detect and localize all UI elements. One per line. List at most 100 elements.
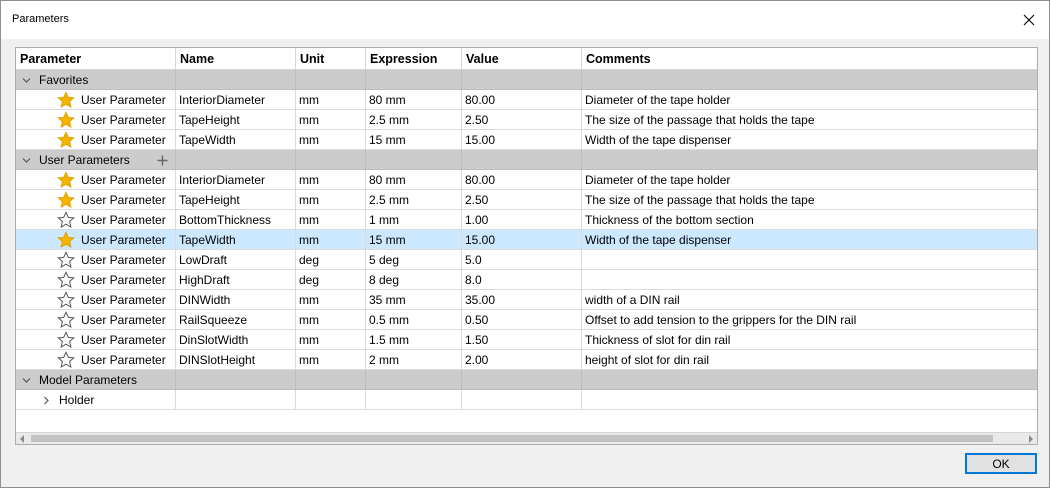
cell-name[interactable]: TapeWidth [176,130,296,150]
cell-comment[interactable]: Diameter of the tape holder [582,90,1037,110]
cell-name[interactable]: DINWidth [176,290,296,310]
cell-value[interactable]: 1.50 [462,330,582,350]
favorite-toggle[interactable] [57,251,75,269]
cell-name[interactable]: DINSlotHeight [176,350,296,370]
favorite-toggle[interactable] [57,111,75,129]
cell-value[interactable]: 5.0 [462,250,582,270]
table-row[interactable]: User Parameter RailSqueeze mm 0.5 mm 0.50 Off… [16,310,1037,330]
table-row[interactable]: User Parameter TapeWidth mm 15 mm 15.00 Width… [16,230,1037,250]
cell-name[interactable]: DinSlotWidth [176,330,296,350]
group-expander[interactable] [19,370,33,390]
cell-value[interactable]: 2.50 [462,110,582,130]
cell-name[interactable]: InteriorDiameter [176,170,296,190]
cell-value[interactable]: 15.00 [462,230,582,250]
cell-unit[interactable]: mm [296,190,366,210]
cell-unit[interactable]: mm [296,90,366,110]
favorite-toggle[interactable] [57,131,75,149]
cell-unit[interactable]: mm [296,290,366,310]
column-header-name[interactable]: Name [176,48,296,70]
cell-name[interactable]: RailSqueeze [176,310,296,330]
cell-name[interactable]: BottomThickness [176,210,296,230]
cell-expression[interactable]: 35 mm [366,290,462,310]
favorite-toggle[interactable] [57,191,75,209]
favorite-toggle[interactable] [57,291,75,309]
column-header-expression[interactable]: Expression [366,48,462,70]
cell-name[interactable]: TapeHeight [176,190,296,210]
cell-comment[interactable]: The size of the passage that holds the t… [582,110,1037,130]
column-header-unit[interactable]: Unit [296,48,366,70]
column-header-value[interactable]: Value [462,48,582,70]
cell-unit[interactable]: deg [296,250,366,270]
cell-value[interactable]: 2.00 [462,350,582,370]
cell-comment[interactable]: Width of the tape dispenser [582,230,1037,250]
cell-expression[interactable]: 0.5 mm [366,310,462,330]
cell-unit[interactable]: mm [296,310,366,330]
cell-comment[interactable]: width of a DIN rail [582,290,1037,310]
cell-value[interactable]: 8.0 [462,270,582,290]
scroll-left-button[interactable] [16,433,28,444]
cell-value[interactable]: 2.50 [462,190,582,210]
column-header-parameter[interactable]: Parameter [16,48,176,70]
column-header-comments[interactable]: Comments [582,48,1037,70]
table-row[interactable]: User Parameter InteriorDiameter mm 80 mm 80.… [16,90,1037,110]
favorite-toggle[interactable] [57,351,75,369]
cell-expression[interactable]: 1.5 mm [366,330,462,350]
cell-value[interactable]: 15.00 [462,130,582,150]
table-row[interactable]: User Parameter TapeWidth mm 15 mm 15.00 Width… [16,130,1037,150]
cell-expression[interactable]: 2 mm [366,350,462,370]
favorite-toggle[interactable] [57,91,75,109]
group-expander[interactable] [19,70,33,90]
group-row-favorites[interactable]: Favorites [16,70,1037,90]
cell-unit[interactable]: mm [296,330,366,350]
model-parameter-row[interactable]: Holder [16,390,1037,410]
cell-name[interactable]: TapeWidth [176,230,296,250]
cell-comment[interactable]: Thickness of the bottom section [582,210,1037,230]
cell-unit[interactable]: mm [296,350,366,370]
group-row-model[interactable]: Model Parameters [16,370,1037,390]
cell-comment[interactable] [582,250,1037,270]
group-row-user[interactable]: User Parameters [16,150,1037,170]
table-row[interactable]: User Parameter HighDraft deg 8 deg 8.0 [16,270,1037,290]
cell-expression[interactable]: 1 mm [366,210,462,230]
close-button[interactable] [1009,1,1049,39]
table-row[interactable]: User Parameter TapeHeight mm 2.5 mm 2.50 The … [16,110,1037,130]
table-row[interactable]: User Parameter LowDraft deg 5 deg 5.0 [16,250,1037,270]
cell-unit[interactable]: deg [296,270,366,290]
add-user-parameter-button[interactable] [155,150,169,170]
favorite-toggle[interactable] [57,311,75,329]
scrollbar-thumb[interactable] [31,435,993,442]
cell-expression[interactable]: 15 mm [366,130,462,150]
table-row[interactable]: User Parameter DINSlotHeight mm 2 mm 2.00 hei… [16,350,1037,370]
table-row[interactable]: User Parameter DinSlotWidth mm 1.5 mm 1.50 Th… [16,330,1037,350]
cell-unit[interactable]: mm [296,170,366,190]
favorite-toggle[interactable] [57,171,75,189]
cell-value[interactable]: 1.00 [462,210,582,230]
table-row[interactable]: User Parameter BottomThickness mm 1 mm 1.00 T… [16,210,1037,230]
cell-expression[interactable]: 15 mm [366,230,462,250]
cell-name[interactable]: HighDraft [176,270,296,290]
cell-value[interactable]: 80.00 [462,170,582,190]
table-row[interactable]: User Parameter DINWidth mm 35 mm 35.00 width … [16,290,1037,310]
favorite-toggle[interactable] [57,331,75,349]
cell-value[interactable]: 35.00 [462,290,582,310]
cell-expression[interactable]: 80 mm [366,170,462,190]
favorite-toggle[interactable] [57,231,75,249]
cell-value[interactable]: 0.50 [462,310,582,330]
cell-name[interactable]: InteriorDiameter [176,90,296,110]
cell-comment[interactable]: Thickness of slot for din rail [582,330,1037,350]
cell-expression[interactable]: 2.5 mm [366,190,462,210]
cell-value[interactable]: 80.00 [462,90,582,110]
cell-unit[interactable]: mm [296,210,366,230]
horizontal-scrollbar[interactable] [16,432,1037,444]
cell-comment[interactable]: Width of the tape dispenser [582,130,1037,150]
group-expander[interactable] [19,150,33,170]
cell-name[interactable]: TapeHeight [176,110,296,130]
cell-unit[interactable]: mm [296,230,366,250]
cell-expression[interactable]: 8 deg [366,270,462,290]
cell-unit[interactable]: mm [296,110,366,130]
cell-comment[interactable]: height of slot for din rail [582,350,1037,370]
cell-expression[interactable]: 2.5 mm [366,110,462,130]
cell-comment[interactable]: The size of the passage that holds the t… [582,190,1037,210]
cell-expression[interactable]: 5 deg [366,250,462,270]
favorite-toggle[interactable] [57,211,75,229]
